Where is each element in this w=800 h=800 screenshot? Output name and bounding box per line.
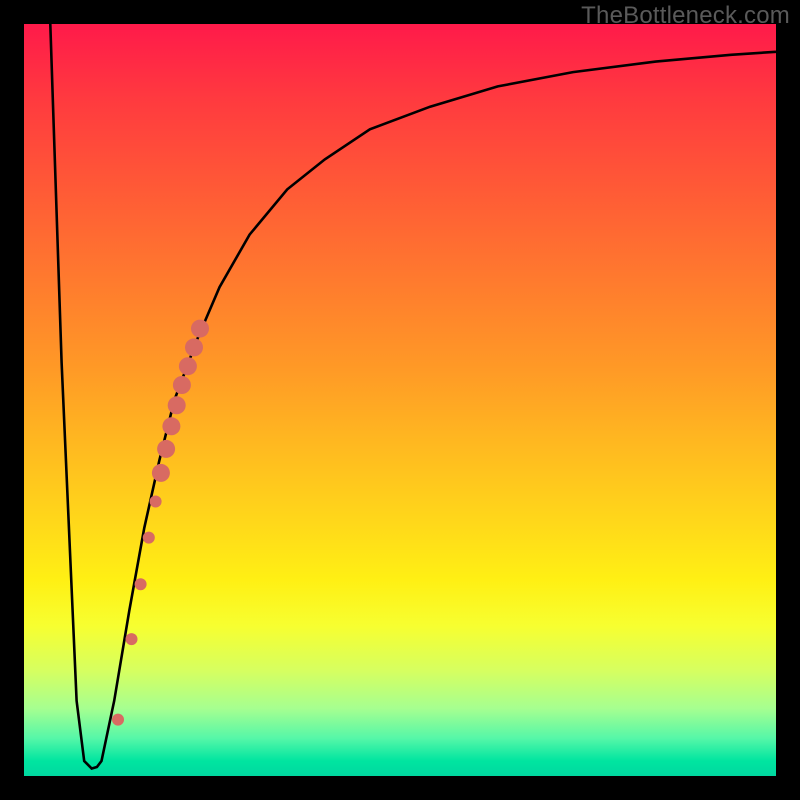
data-marker (173, 376, 191, 394)
data-marker (185, 338, 203, 356)
data-marker (126, 633, 138, 645)
data-marker (162, 417, 180, 435)
data-marker (135, 578, 147, 590)
data-marker (179, 357, 197, 375)
chart-frame: TheBottleneck.com (0, 0, 800, 800)
data-marker (168, 396, 186, 414)
data-marker (191, 320, 209, 338)
data-markers (112, 320, 209, 726)
plot-area (24, 24, 776, 776)
bottleneck-curve (50, 24, 776, 769)
curve-layer (24, 24, 776, 776)
data-marker (112, 714, 124, 726)
data-marker (152, 464, 170, 482)
data-marker (143, 532, 155, 544)
data-marker (157, 440, 175, 458)
data-marker (150, 496, 162, 508)
